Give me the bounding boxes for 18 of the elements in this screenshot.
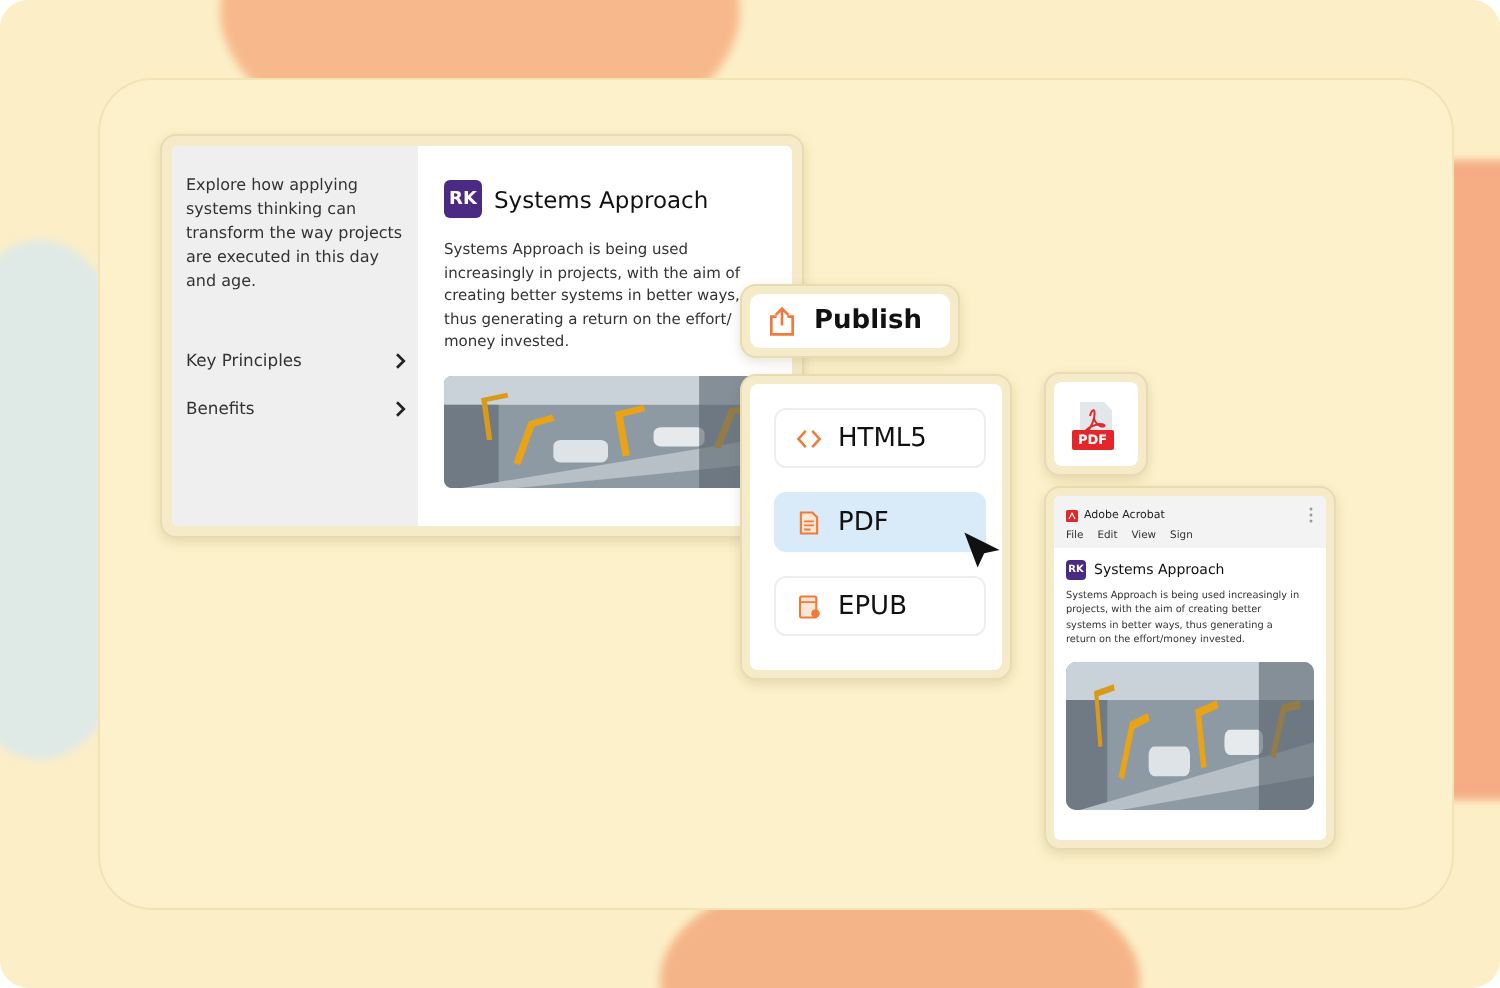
nav-item[interactable]: Benefits — [186, 398, 406, 418]
nav-item[interactable]: Key Principles — [186, 350, 406, 370]
more-icon — [1308, 506, 1314, 524]
publish-button[interactable]: Publish — [750, 294, 950, 348]
share-icon — [766, 305, 798, 337]
format-option[interactable]: HTML5 — [774, 408, 986, 468]
course-title: Systems Approach — [494, 185, 709, 213]
cursor-icon — [960, 528, 1004, 572]
document-icon — [796, 509, 822, 535]
app-icon — [1066, 509, 1078, 521]
format-option[interactable]: EPUB — [774, 576, 986, 636]
code-icon — [796, 425, 822, 451]
format-option[interactable]: PDF — [774, 492, 986, 552]
chevron-right-icon — [394, 399, 406, 417]
book-icon — [796, 593, 822, 619]
logo: RK — [444, 180, 482, 218]
intro-text: Explore how applying systems thinking can transform the way projects are executed in this day and age. — [186, 174, 405, 294]
chevron-right-icon — [394, 351, 406, 369]
